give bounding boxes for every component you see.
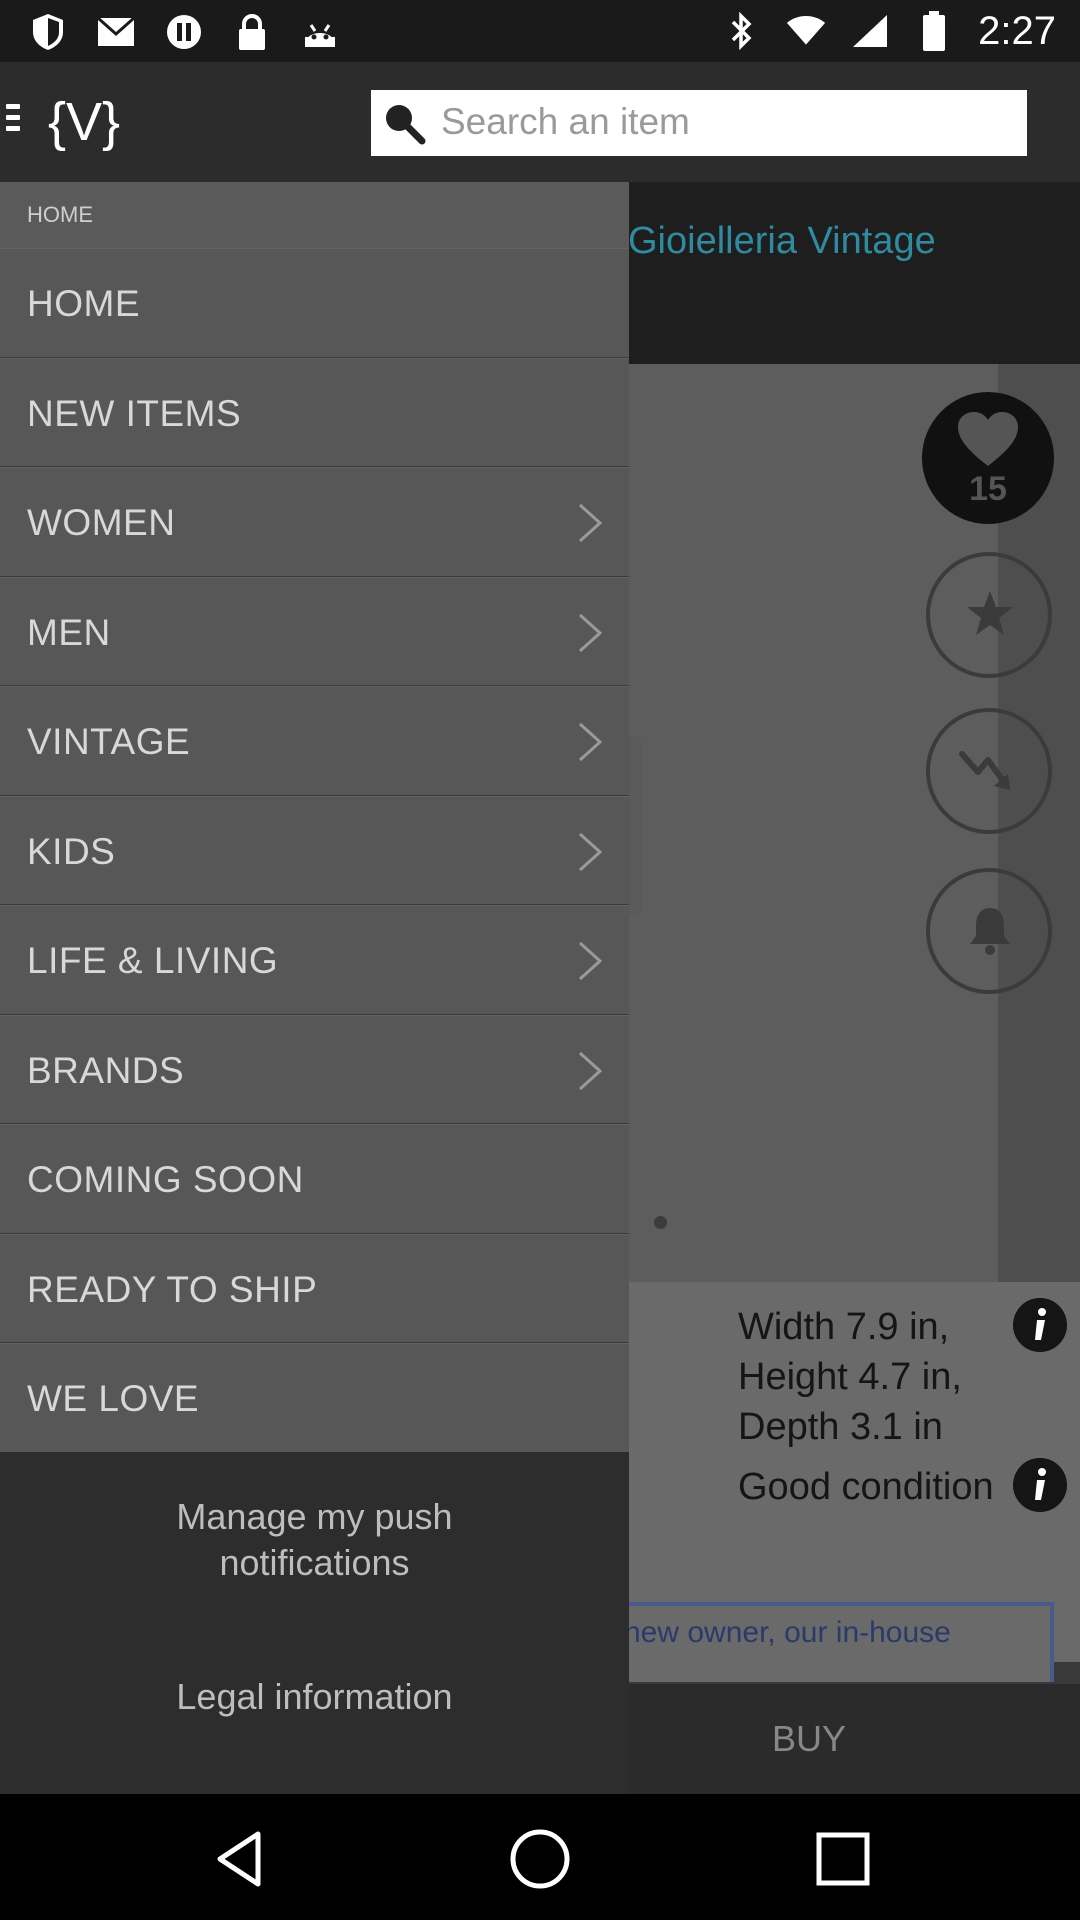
status-bar: 2:27 (0, 0, 1080, 62)
info-icon[interactable] (1013, 1298, 1067, 1352)
dimensions-text: Width 7.9 in, Height 4.7 in, Depth 3.1 i… (738, 1306, 962, 1448)
menu-icon[interactable] (6, 104, 26, 140)
star-icon (967, 591, 1013, 635)
price-drop-button[interactable] (926, 708, 1052, 834)
recents-icon[interactable] (808, 1824, 878, 1894)
drawer-footer: Manage my push notifications Legal infor… (0, 1452, 629, 1794)
drawer-item-we-love[interactable]: WE LOVE (0, 1343, 629, 1453)
drawer-header: HOME (0, 182, 629, 248)
drawer-handle[interactable] (628, 736, 642, 916)
search-input[interactable] (441, 100, 1001, 143)
drawer-item-label: VINTAGE (27, 721, 191, 762)
carousel-dot (654, 1216, 667, 1229)
drawer-item-label: HOME (27, 283, 140, 324)
condition-text: Good condition (738, 1466, 994, 1508)
drawer-item-men[interactable]: MEN (0, 576, 629, 686)
drawer-item-brands[interactable]: BRANDS (0, 1014, 629, 1124)
battery-icon (914, 9, 954, 53)
navigation-drawer: HOME HOME NEW ITEMS WOMEN MEN VINTAGE KIDS LIF… (0, 182, 629, 1794)
shop-title[interactable]: Gioielleria Vintage (628, 220, 936, 263)
drawer-item-label: COMING SOON (27, 1159, 304, 1200)
favorite-button[interactable]: 15 (922, 392, 1054, 524)
drawer-header-label: HOME (27, 202, 93, 227)
drawer-item-label: MEN (27, 611, 111, 653)
chevron-right-icon (578, 722, 603, 762)
drawer-item-new-items[interactable]: NEW ITEMS (0, 357, 629, 467)
drawer-item-label: LIFE & LIVING (27, 940, 279, 981)
note-text: new owner, our in-house (624, 1616, 951, 1649)
mail-icon (96, 10, 136, 54)
status-time: 2:27 (978, 9, 1056, 53)
trend-down-icon (959, 751, 1010, 790)
app-bar: {V} (0, 62, 1080, 182)
drawer-item-label: WOMEN (27, 502, 176, 543)
bluetooth-icon (722, 9, 762, 53)
favorites-count: 15 (969, 470, 1007, 508)
drawer-item-women[interactable]: WOMEN (0, 467, 629, 577)
chevron-right-icon (578, 613, 603, 652)
wifi-icon (786, 9, 826, 53)
drawer-item-label: NEW ITEMS (27, 392, 242, 434)
info-icon[interactable] (1013, 1458, 1067, 1512)
bell-icon (970, 908, 1010, 955)
chevron-right-icon (578, 1051, 603, 1090)
star-button[interactable] (926, 552, 1052, 678)
drawer-item-label: WE LOVE (27, 1378, 200, 1419)
alert-button[interactable] (926, 868, 1052, 994)
drawer-item-ready-to-ship[interactable]: READY TO SHIP (0, 1233, 629, 1343)
app-logo[interactable]: {V} (44, 84, 124, 160)
chevron-right-icon (578, 941, 603, 981)
drawer-menu: HOME NEW ITEMS WOMEN MEN VINTAGE KIDS LIFE & L… (0, 248, 629, 1453)
android-icon (300, 10, 340, 54)
drawer-item-label: BRANDS (27, 1049, 185, 1091)
buy-button[interactable]: BUY (772, 1718, 846, 1760)
back-icon[interactable] (206, 1824, 276, 1894)
signal-icon (850, 9, 890, 53)
drawer-item-coming-soon[interactable]: COMING SOON (0, 1124, 629, 1234)
drawer-item-label: KIDS (27, 830, 116, 872)
system-nav-bar (0, 1794, 1080, 1920)
search-icon (375, 94, 431, 150)
push-notifications-link[interactable]: Manage my push notifications (0, 1494, 629, 1586)
chevron-right-icon (578, 832, 603, 871)
heart-icon (958, 412, 1018, 466)
shield-icon (28, 10, 68, 54)
note-box: new owner, our in-house (600, 1602, 1054, 1682)
svg-text:{V}: {V} (48, 92, 120, 152)
lock-icon (232, 10, 272, 54)
drawer-item-home[interactable]: HOME (0, 248, 629, 358)
drawer-item-life-living[interactable]: LIFE & LIVING (0, 905, 629, 1015)
search-bar[interactable] (371, 90, 1027, 156)
drawer-item-kids[interactable]: KIDS (0, 795, 629, 905)
dnd-icon (164, 10, 204, 54)
chevron-right-icon (578, 503, 603, 543)
drawer-item-label: READY TO SHIP (27, 1268, 318, 1310)
home-icon[interactable] (505, 1824, 575, 1894)
legal-information-link[interactable]: Legal information (0, 1674, 629, 1720)
drawer-item-vintage[interactable]: VINTAGE (0, 686, 629, 796)
